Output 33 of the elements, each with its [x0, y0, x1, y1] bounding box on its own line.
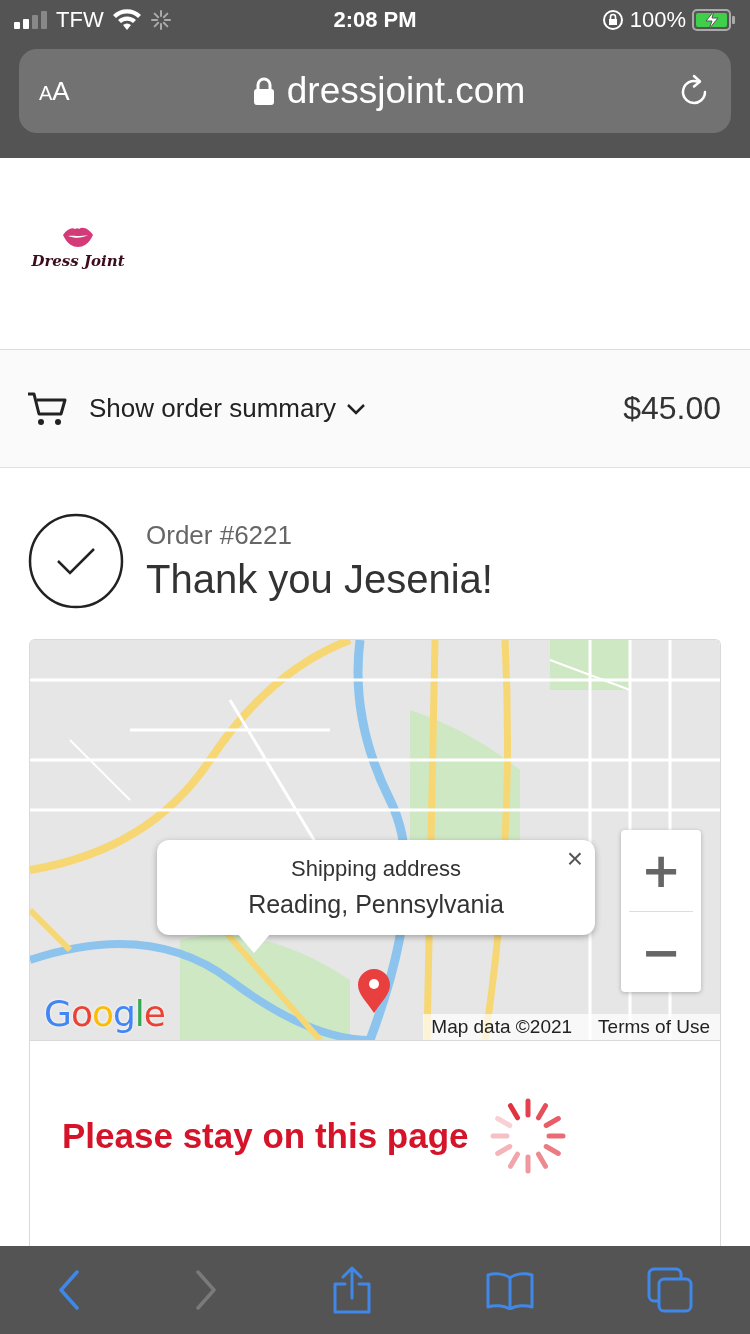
- url-text[interactable]: dressjoint.com: [286, 70, 526, 112]
- wifi-icon: [111, 9, 142, 31]
- shipping-address: Reading, Pennsylvania: [248, 890, 504, 919]
- stay-on-page-message: Please stay on this page: [62, 1116, 469, 1156]
- popup-title: Shipping address: [291, 856, 461, 882]
- order-number: Order #6221: [146, 520, 293, 551]
- thank-you-heading: Thank you Jesenia!: [146, 557, 493, 602]
- terms-link[interactable]: Terms of Use: [598, 1016, 710, 1038]
- activity-spinner-icon: [149, 9, 172, 31]
- map-attribution: Map data ©2021: [431, 1016, 573, 1038]
- lock-icon: [252, 77, 275, 105]
- battery-charging-icon: [692, 9, 736, 31]
- rotation-lock-icon: [601, 9, 624, 31]
- cart-icon: [27, 390, 67, 427]
- carrier-name: TFW: [56, 7, 104, 33]
- chevron-down-icon: [346, 402, 367, 415]
- map-pin-icon: [356, 968, 392, 1014]
- order-total: $45.00: [623, 390, 721, 427]
- tabs-icon[interactable]: [647, 1267, 694, 1313]
- share-icon[interactable]: [332, 1266, 372, 1314]
- back-icon[interactable]: [56, 1270, 81, 1310]
- battery-percentage: 100%: [629, 7, 686, 33]
- close-button[interactable]: ×: [562, 844, 587, 875]
- signal-icon: [14, 11, 48, 29]
- zoom-in-button[interactable]: +: [621, 830, 701, 911]
- text-size-button[interactable]: AA: [39, 75, 99, 107]
- google-logo: Google: [44, 993, 165, 1034]
- clock-time: 2:08 PM: [333, 7, 417, 33]
- order-summary-toggle[interactable]: Show order summary: [89, 393, 624, 424]
- bookmarks-icon[interactable]: [485, 1270, 534, 1310]
- zoom-out-button[interactable]: −: [621, 911, 701, 992]
- store-logo[interactable]: Dress Joint: [31, 252, 125, 270]
- lips-icon: [62, 226, 94, 248]
